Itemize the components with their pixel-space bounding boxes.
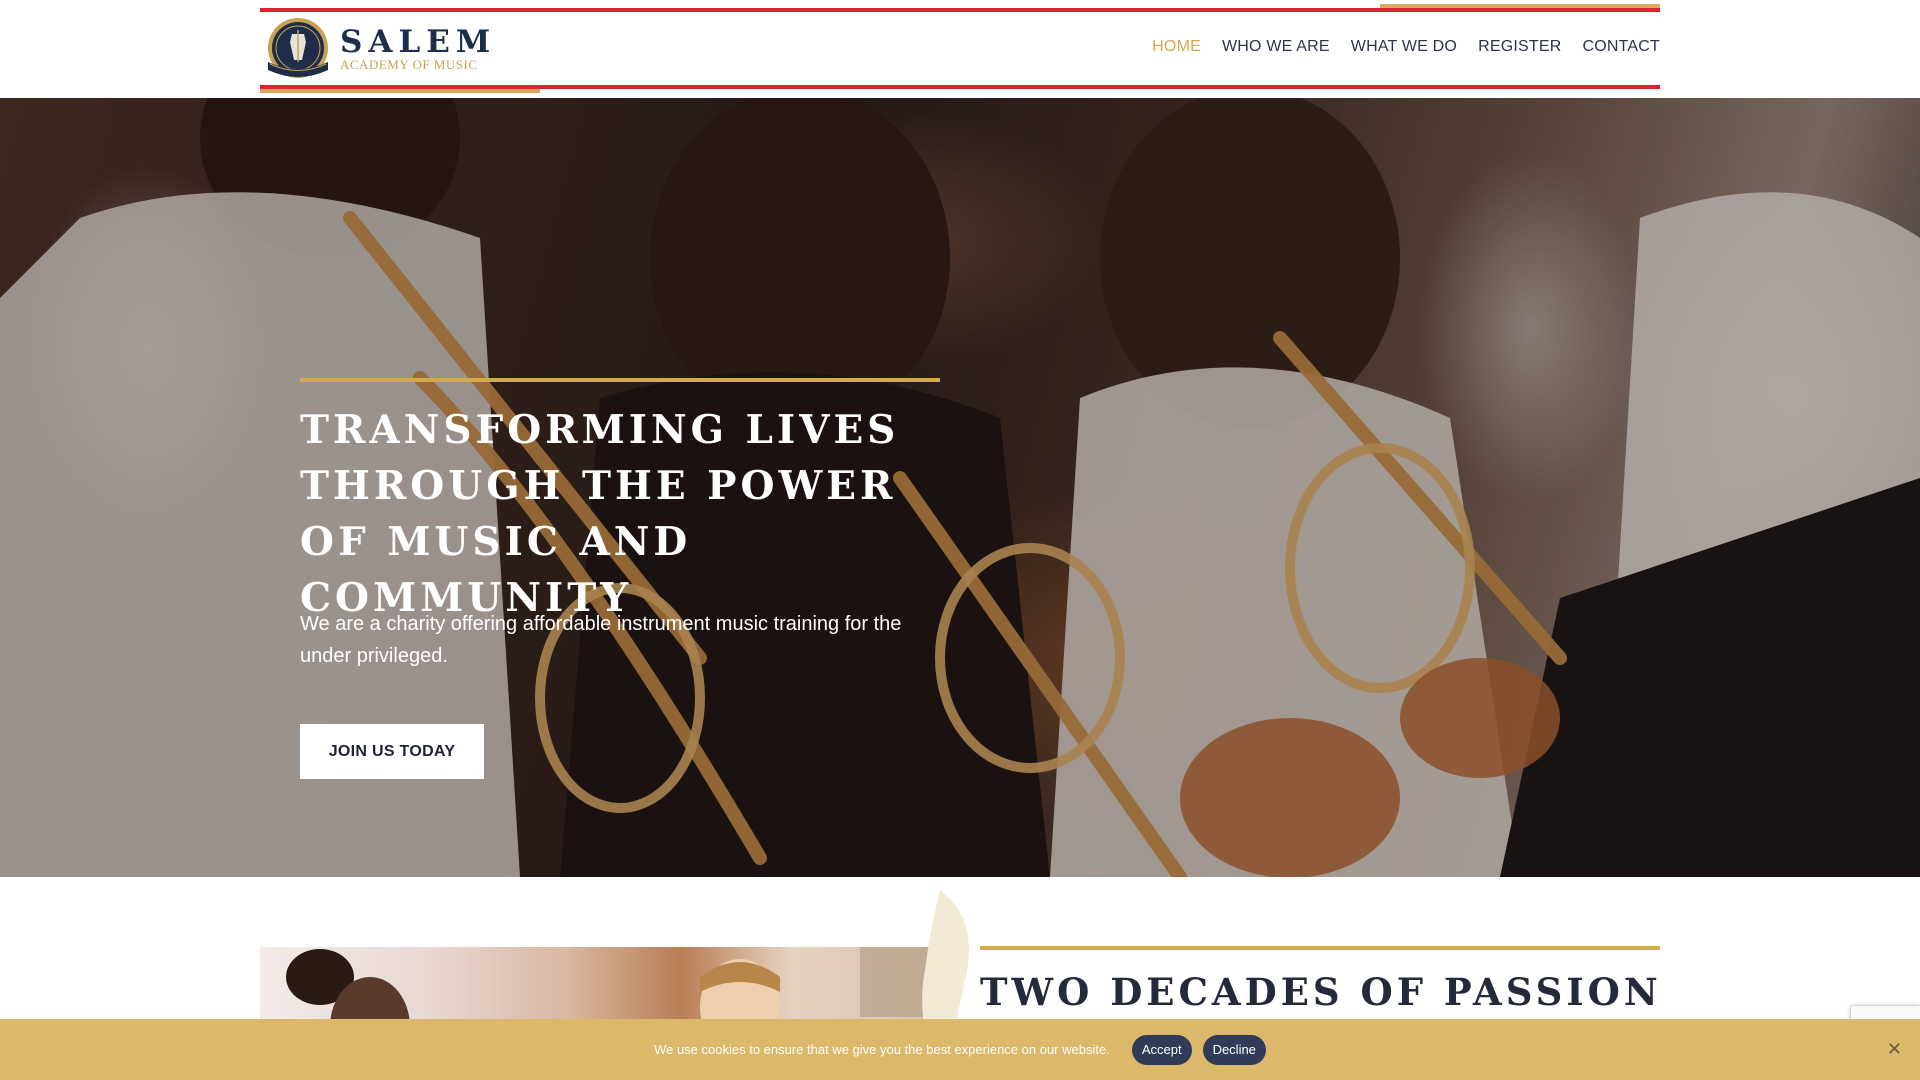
logo-name: SALEM (340, 24, 497, 60)
nav-item-contact[interactable]: CONTACT (1582, 38, 1660, 56)
header-red-line-top (260, 8, 1660, 12)
join-us-button[interactable]: JOIN US TODAY (300, 724, 484, 779)
section-gold-rule (980, 946, 1660, 950)
cookie-notice: We use cookies to ensure that we give yo… (0, 1019, 1920, 1080)
main-nav: HOME WHO WE ARE WHAT WE DO REGISTER CONT… (1131, 38, 1660, 56)
site-header: SALEM ACADEMY OF MUSIC HOME WHO WE ARE W… (0, 0, 1920, 98)
nav-item-register[interactable]: REGISTER (1478, 38, 1561, 56)
hero-description: We are a charity offering affordable ins… (300, 613, 902, 667)
nav-item-what-we-do[interactable]: WHAT WE DO (1351, 38, 1457, 56)
hero-gold-rule (300, 378, 940, 382)
section-title: TWO DECADES OF PASSION (980, 970, 1662, 1014)
nav-item-home[interactable]: HOME (1152, 38, 1201, 56)
crest-icon (262, 16, 336, 82)
close-icon[interactable]: ✕ (1887, 1040, 1902, 1058)
hero-title: TRANSFORMING LIVES THROUGH THE POWER OF … (300, 407, 900, 621)
cookie-text: We use cookies to ensure that we give yo… (654, 1042, 1110, 1057)
header-gold-line-bottom (260, 89, 540, 93)
site-logo[interactable]: SALEM ACADEMY OF MUSIC (262, 16, 496, 82)
hero-overlay (0, 98, 1920, 877)
hero-section: TRANSFORMING LIVES THROUGH THE POWER OF … (0, 98, 1920, 877)
cookie-decline-button[interactable]: Decline (1202, 1034, 1266, 1065)
nav-item-who-we-are[interactable]: WHO WE ARE (1222, 38, 1330, 56)
logo-subtitle: ACADEMY OF MUSIC (340, 57, 478, 72)
cookie-accept-button[interactable]: Accept (1131, 1034, 1192, 1065)
